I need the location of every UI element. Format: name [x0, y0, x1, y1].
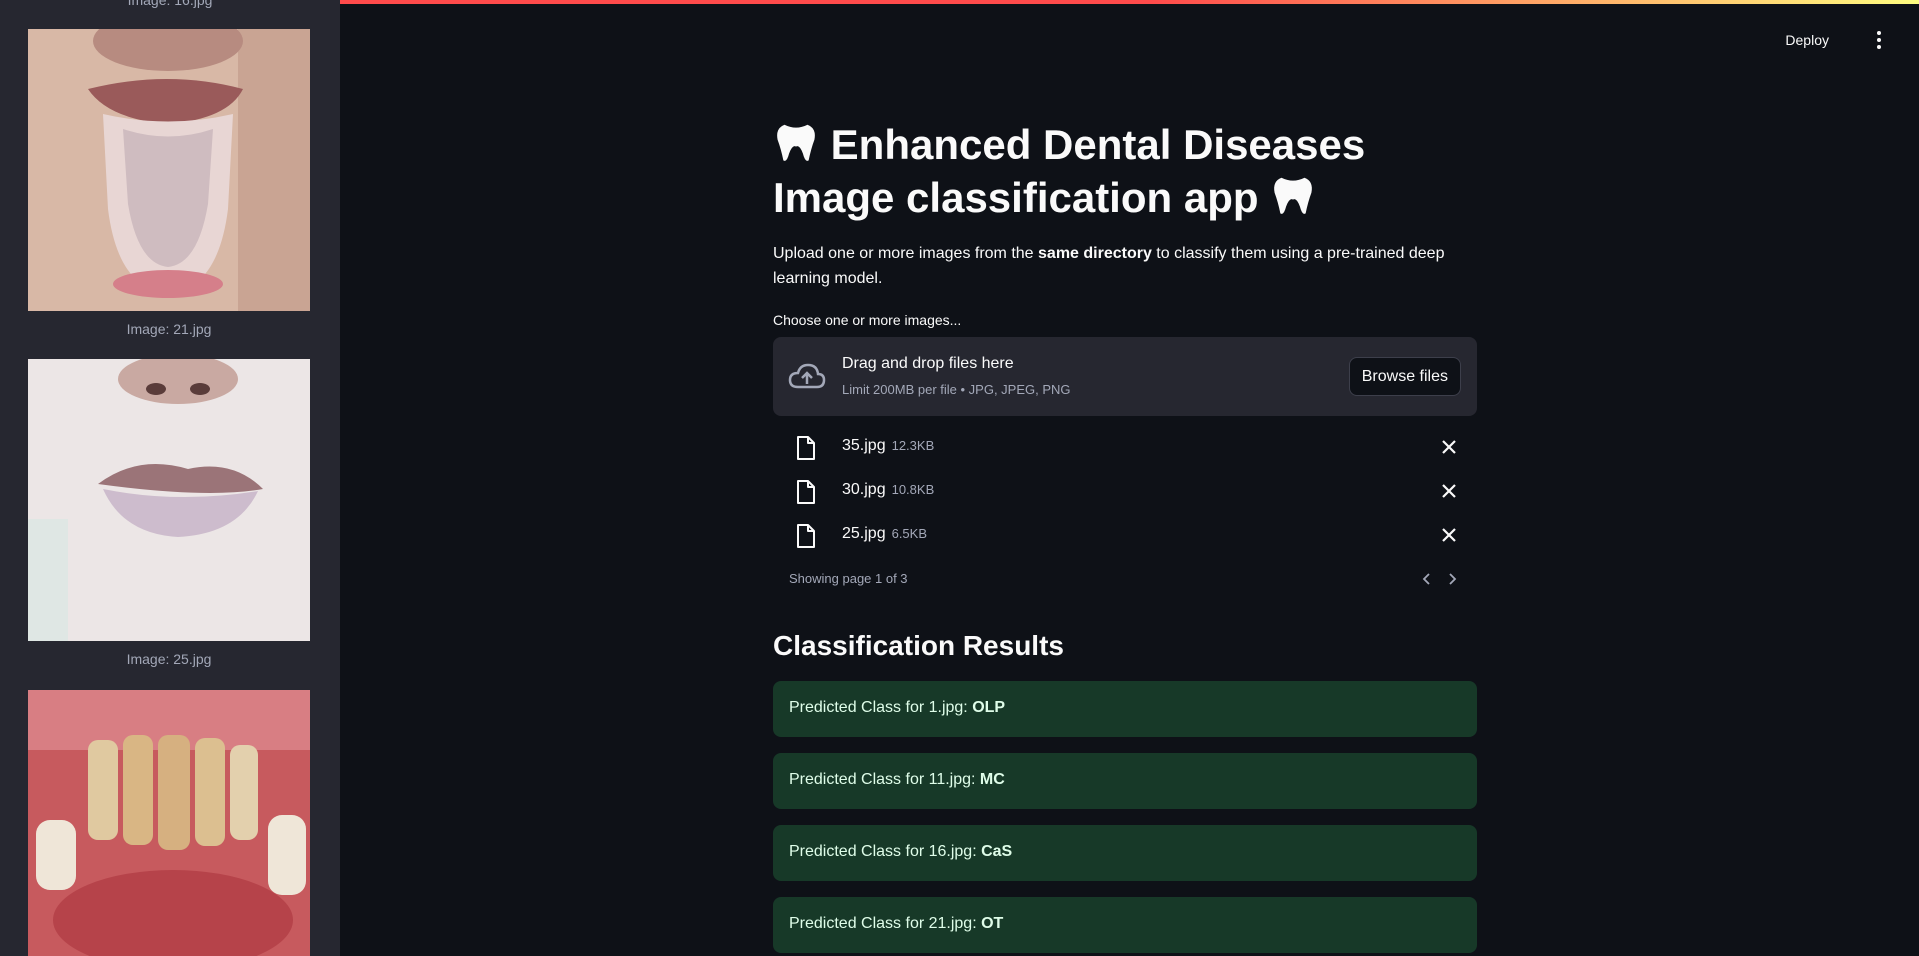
file-name-text: 35.jpg [842, 437, 886, 454]
sidebar-image-tongue [28, 29, 310, 311]
sidebar-image-teeth [28, 690, 310, 956]
predicted-class: MC [979, 771, 1005, 788]
result-alert: Predicted Class for 21.jpg: OT [773, 897, 1477, 953]
result-text: Predicted Class for 16.jpg: [789, 843, 982, 860]
sidebar-image-caption: Image: 21.jpg [126, 321, 212, 337]
description-bold: same directory [1038, 245, 1152, 262]
file-name: 35.jpg 12.3KB [842, 437, 934, 455]
uploaded-file-row: 25.jpg 6.5KB [773, 515, 1477, 555]
chevron-right-icon[interactable] [1443, 570, 1461, 588]
description-text: Upload one or more images from the [773, 245, 1039, 262]
result-alert: Predicted Class for 11.jpg: MC [773, 753, 1477, 809]
tooth-icon [1274, 177, 1313, 214]
more-vertical-icon[interactable] [1869, 28, 1889, 52]
file-name: 25.jpg 6.5KB [842, 525, 927, 543]
close-icon[interactable] [1439, 437, 1459, 457]
file-size: 12.3KB [891, 438, 935, 453]
close-icon[interactable] [1439, 525, 1459, 545]
result-text: Predicted Class for 11.jpg: [789, 771, 980, 788]
file-name: 30.jpg 10.8KB [842, 481, 934, 499]
uploaded-file-row: 30.jpg 10.8KB [773, 471, 1477, 511]
file-size: 6.5KB [891, 526, 928, 541]
predicted-class: OLP [972, 699, 1006, 716]
results-heading: Classification Results [773, 630, 1064, 661]
predicted-class: CaS [981, 843, 1013, 860]
predicted-class: OT [981, 915, 1004, 932]
cloud-upload-icon [788, 363, 826, 389]
uploader-label: Choose one or more images... [773, 312, 962, 328]
deploy-button[interactable]: Deploy [1779, 28, 1835, 52]
sidebar-image-lips [28, 359, 310, 641]
description: Upload one or more images from the same … [773, 241, 1477, 291]
file-name-text: 30.jpg [842, 481, 886, 498]
file-dropzone[interactable]: Drag and drop files here Limit 200MB per… [773, 337, 1477, 416]
file-name-text: 25.jpg [842, 525, 886, 542]
result-alert: Predicted Class for 1.jpg: OLP [773, 681, 1477, 737]
file-size: 10.8KB [891, 482, 935, 497]
result-text: Predicted Class for 1.jpg: [789, 699, 973, 716]
tooth-icon [777, 124, 815, 161]
chevron-left-icon[interactable] [1418, 570, 1436, 588]
dropzone-title: Drag and drop files here [842, 355, 1014, 372]
file-icon [797, 524, 815, 548]
close-icon[interactable] [1439, 481, 1459, 501]
dropzone-limit: Limit 200MB per file • JPG, JPEG, PNG [842, 382, 1071, 397]
uploaded-file-row: 35.jpg 12.3KB [773, 427, 1477, 467]
page-title: Enhanced Dental Diseases Image classific… [773, 118, 1477, 224]
browse-files-button[interactable]: Browse files [1348, 357, 1461, 396]
file-icon [797, 480, 815, 504]
sidebar-image-caption: Image: 16.jpg [127, 0, 213, 8]
result-text: Predicted Class for 21.jpg: [789, 915, 982, 932]
sidebar[interactable]: Image: 16.jpg Image: 21.jpg Image: 25.jp… [0, 0, 340, 956]
file-icon [797, 436, 815, 460]
sidebar-image-caption: Image: 25.jpg [126, 651, 212, 667]
result-alert: Predicted Class for 16.jpg: CaS [773, 825, 1477, 881]
pagination-status: Showing page 1 of 3 [789, 571, 908, 586]
